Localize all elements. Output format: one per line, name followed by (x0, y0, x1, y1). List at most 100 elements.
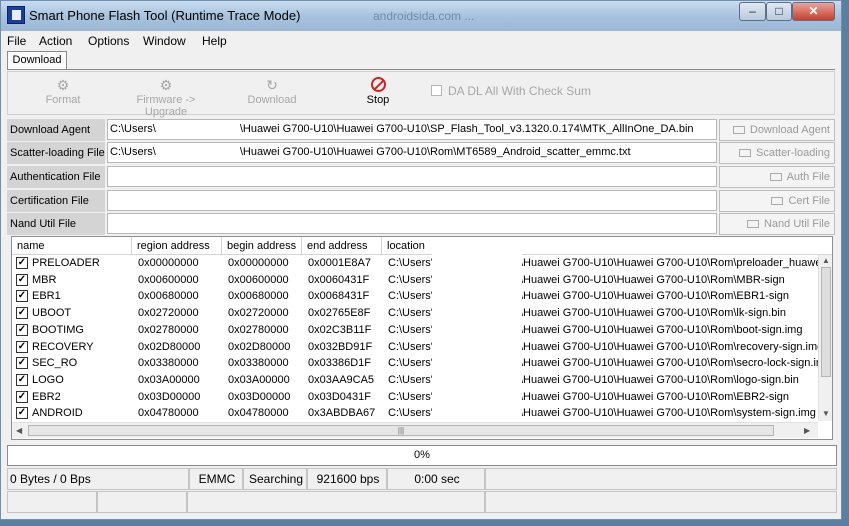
minimize-button[interactable]: – (739, 2, 766, 21)
path-prefix: C:\Users\ (110, 146, 156, 158)
checkbox-checked[interactable]: ✓ (16, 340, 28, 353)
col-region[interactable]: region address (132, 237, 222, 255)
scroll-left-icon[interactable]: ◀ (16, 426, 22, 435)
checkbox-checked[interactable]: ✓ (16, 323, 28, 336)
progress-label: 0% (414, 449, 430, 461)
tab-divider (7, 69, 835, 70)
table-row[interactable]: ✓ RECOVERY 0x02D80000 0x02D80000 0x032BD91F C… (12, 339, 823, 356)
menu-window[interactable]: Window (143, 34, 186, 48)
cell-end: 0x0001E8A7 (308, 257, 371, 269)
table-row[interactable]: ✓ MBR 0x00600000 0x00600000 0x0060431F C:\Use… (12, 272, 820, 289)
firmware-upgrade-button[interactable]: ⚙ Firmware -> Upgrade (116, 76, 216, 118)
cell-end: 0x032BD91F (308, 340, 373, 353)
nand-field[interactable] (107, 213, 717, 234)
scroll-up-icon[interactable]: ▲ (822, 256, 830, 265)
table-header: name region address begin address end ad… (12, 237, 832, 255)
cell-end: 0x0068431F (308, 290, 370, 303)
checkbox-checked[interactable]: ✓ (16, 273, 28, 286)
tab-download[interactable]: Download (7, 51, 67, 69)
cell-name: LOGO (32, 373, 64, 386)
scatter-button-label: Scatter-loading (756, 147, 830, 159)
table-row[interactable]: ✓ PRELOADER 0x00000000 0x00000000 0x0001E8A7… (12, 255, 821, 272)
status-storage: EMMC (189, 468, 243, 490)
col-end[interactable]: end address (302, 237, 382, 255)
maximize-button[interactable]: □ (766, 2, 792, 21)
cell-name: RECOVERY (32, 340, 94, 353)
checkbox-checked[interactable]: ✓ (16, 290, 28, 303)
download-agent-field[interactable]: C:\Users\ \Huawei G700-U10\Huawei G700-U1… (107, 119, 717, 140)
checksum-checkbox[interactable]: DA DL All With Check Sum (431, 84, 591, 98)
status-cell (7, 491, 97, 513)
col-begin[interactable]: begin address (222, 237, 302, 255)
cell-begin: 0x00680000 (228, 290, 289, 303)
cell-end: 0x3ABDBA67 (308, 407, 376, 420)
table-row[interactable]: ✓ UBOOT 0x02720000 0x02720000 0x02765E8F C:\U… (12, 305, 820, 322)
checkbox-checked[interactable]: ✓ (16, 257, 28, 269)
checkbox-checked[interactable]: ✓ (16, 390, 28, 403)
scroll-down-icon[interactable]: ▼ (822, 409, 830, 418)
col-location[interactable]: location (382, 237, 818, 255)
menu-file[interactable]: File (7, 34, 26, 48)
scroll-right-icon[interactable]: ▶ (804, 426, 810, 435)
table-row[interactable]: ✓ BOOTIMG 0x02780000 0x02780000 0x02C3B11F C:… (12, 322, 820, 339)
table-row[interactable]: ✓ EBR2 0x03D00000 0x03D00000 0x03D0431F C:\Us… (12, 389, 820, 406)
cert-field[interactable] (107, 190, 717, 211)
download-agent-row: Download Agent C:\Users\ \Huawei G700-U10… (7, 119, 835, 141)
folder-icon (769, 173, 782, 181)
format-button[interactable]: ⚙ Format (28, 76, 98, 106)
cell-location-suffix: \Huawei G700-U10\Huawei G700-U10\Rom\lk-… (520, 307, 786, 320)
vertical-scrollbar[interactable]: ▲ ▼ (818, 255, 832, 421)
checkbox-checked[interactable]: ✓ (16, 373, 28, 386)
auth-label: Authentication File (7, 166, 105, 188)
stop-icon (343, 76, 413, 94)
menu-options[interactable]: Options (88, 34, 129, 48)
checkbox-checked[interactable]: ✓ (16, 407, 28, 420)
cell-location-prefix: C:\Users' (388, 373, 433, 386)
cell-location-suffix: \Huawei G700-U10\Huawei G700-U10\Rom\EBR… (520, 290, 790, 303)
auth-field[interactable] (107, 166, 717, 187)
table-row[interactable]: ✓ LOGO 0x03A00000 0x03A00000 0x03AA9CA5 C:\Us… (12, 372, 820, 389)
horizontal-scrollbar[interactable]: ◀ ||| ▶ (12, 422, 818, 438)
cert-button[interactable]: Cert File (719, 190, 835, 212)
scatter-button[interactable]: Scatter-loading (719, 142, 835, 164)
download-agent-button-label: Download Agent (749, 124, 830, 136)
cell-region: 0x02780000 (138, 323, 199, 336)
vertical-scroll-thumb[interactable] (821, 267, 831, 377)
menu-help[interactable]: Help (202, 34, 227, 48)
progress-bar: 0% (7, 445, 837, 466)
cell-location-prefix: C:\Users' (388, 407, 433, 420)
menu-action[interactable]: Action (39, 34, 72, 48)
status-cell (187, 491, 485, 513)
firmware-upgrade-label: Firmware -> Upgrade (136, 94, 196, 118)
cell-begin: 0x02720000 (228, 307, 289, 320)
nand-button[interactable]: Nand Util File (719, 213, 835, 235)
nand-label: Nand Util File (7, 213, 105, 235)
table-row[interactable]: ✓ SEC_RO 0x03380000 0x03380000 0x03386D1F C:\… (12, 355, 820, 372)
status-bytes: 0 Bytes / 0 Bps (7, 468, 189, 490)
title-bar[interactable]: Smart Phone Flash Tool (Runtime Trace Mo… (1, 1, 841, 31)
download-button[interactable]: ↻ Download (237, 76, 307, 106)
cell-region: 0x03A00000 (138, 373, 200, 386)
cell-region: 0x03D00000 (138, 390, 201, 403)
status-baud: 921600 bps (307, 468, 387, 490)
col-name[interactable]: name (12, 237, 132, 255)
close-button[interactable]: ✕ (792, 2, 835, 21)
checkbox-box (431, 85, 442, 96)
auth-button[interactable]: Auth File (719, 166, 835, 188)
download-icon: ↻ (266, 77, 278, 93)
download-agent-button[interactable]: Download Agent (719, 119, 835, 141)
checkbox-checked[interactable]: ✓ (16, 307, 28, 320)
cell-location-suffix: \Huawei G700-U10\Huawei G700-U10\Rom\MBR… (520, 273, 785, 286)
format-label: Format (45, 94, 81, 106)
table-row[interactable]: ✓ ANDROID 0x04780000 0x04780000 0x3ABDBA67 C:… (12, 405, 820, 422)
horizontal-scroll-thumb[interactable]: ||| (28, 425, 774, 436)
table-row[interactable]: ✓ EBR1 0x00680000 0x00680000 0x0068431F C:\Us… (12, 288, 820, 305)
scatter-field[interactable]: C:\Users\ \Huawei G700-U10\Huawei G700-U1… (107, 142, 717, 163)
cell-begin: 0x02D80000 (228, 340, 291, 353)
window-title: Smart Phone Flash Tool (Runtime Trace Mo… (29, 8, 301, 23)
stop-button[interactable]: Stop (343, 76, 413, 106)
cell-location-prefix: C:\Users' (388, 273, 433, 286)
checkbox-checked[interactable]: ✓ (16, 357, 28, 370)
cell-region: 0x04780000 (138, 407, 199, 420)
cert-label: Certification File (7, 190, 105, 212)
